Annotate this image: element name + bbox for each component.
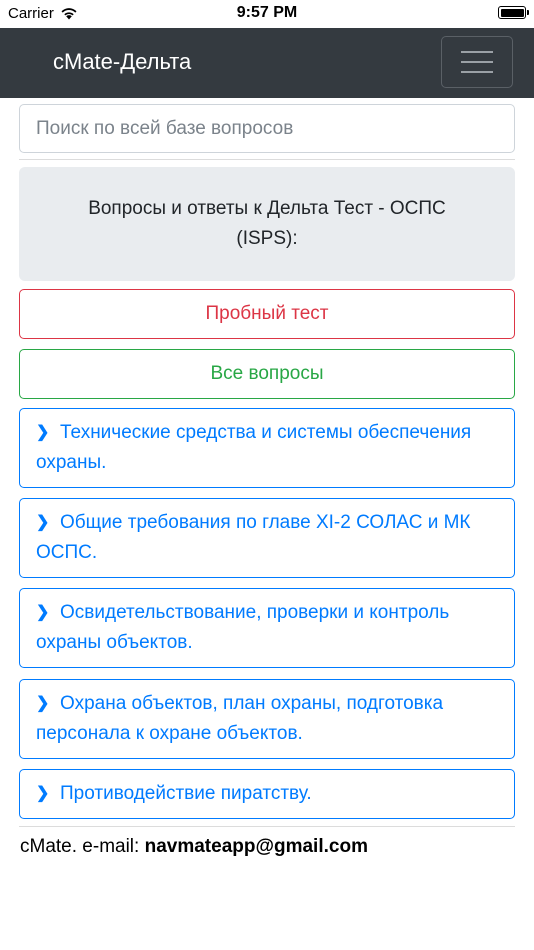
chevron-right-icon: ❯ — [36, 695, 50, 712]
hamburger-icon-bar-2 — [461, 61, 493, 63]
trial-test-label: Пробный тест — [205, 303, 329, 324]
battery-level — [500, 8, 524, 17]
chevron-right-icon: ❯ — [36, 785, 50, 802]
status-bar: Carrier 9:57 PM — [0, 0, 534, 28]
chevron-right-icon: ❯ — [36, 424, 50, 441]
chevron-right-icon: ❯ — [36, 604, 50, 621]
hamburger-icon-bar-1 — [461, 51, 493, 53]
topic-label: Общие требования по главе XI-2 СОЛАС и М… — [36, 512, 471, 563]
topic-item[interactable]: ❯ Технические средства и системы обеспече… — [19, 408, 515, 488]
all-questions-button[interactable]: Все вопросы — [19, 349, 515, 399]
all-questions-label: Все вопросы — [210, 363, 324, 384]
topic-label: Охрана объектов, план охраны, подготовка… — [36, 693, 444, 744]
battery-icon — [498, 6, 529, 19]
divider — [19, 826, 515, 827]
footer-email-link[interactable]: navmateapp@gmail.com — [145, 836, 368, 857]
divider — [19, 159, 515, 160]
menu-toggle-button[interactable] — [441, 36, 513, 88]
navbar: cMate-Дельта — [0, 28, 534, 98]
topic-item[interactable]: ❯ Общие требования по главе XI-2 СОЛАС и … — [19, 498, 515, 578]
intro-panel: Вопросы и ответы к Дельта Тест - ОСПС (I… — [19, 167, 515, 281]
hamburger-icon-bar-3 — [461, 71, 493, 73]
footer-prefix: cMate. e-mail: — [20, 836, 145, 857]
footer: cMate. e-mail: navmateapp@gmail.com — [20, 836, 368, 858]
topic-label: Противодействие пиратству. — [60, 783, 312, 804]
status-time: 9:57 PM — [236, 4, 298, 21]
chevron-right-icon: ❯ — [36, 514, 50, 531]
navbar-brand[interactable]: cMate-Дельта — [53, 49, 191, 75]
intro-text: Вопросы и ответы к Дельта Тест - ОСПС (I… — [88, 198, 446, 249]
search-input[interactable] — [19, 104, 515, 153]
topic-item[interactable]: ❯ Противодействие пиратству. — [19, 769, 515, 819]
topic-item[interactable]: ❯ Освидетельствование, проверки и контрол… — [19, 588, 515, 668]
topic-item[interactable]: ❯ Охрана объектов, план охраны, подготовк… — [19, 679, 515, 759]
topic-label: Технические средства и системы обеспечен… — [36, 422, 472, 473]
topic-label: Освидетельствование, проверки и контроль… — [36, 602, 450, 653]
trial-test-button[interactable]: Пробный тест — [19, 289, 515, 339]
